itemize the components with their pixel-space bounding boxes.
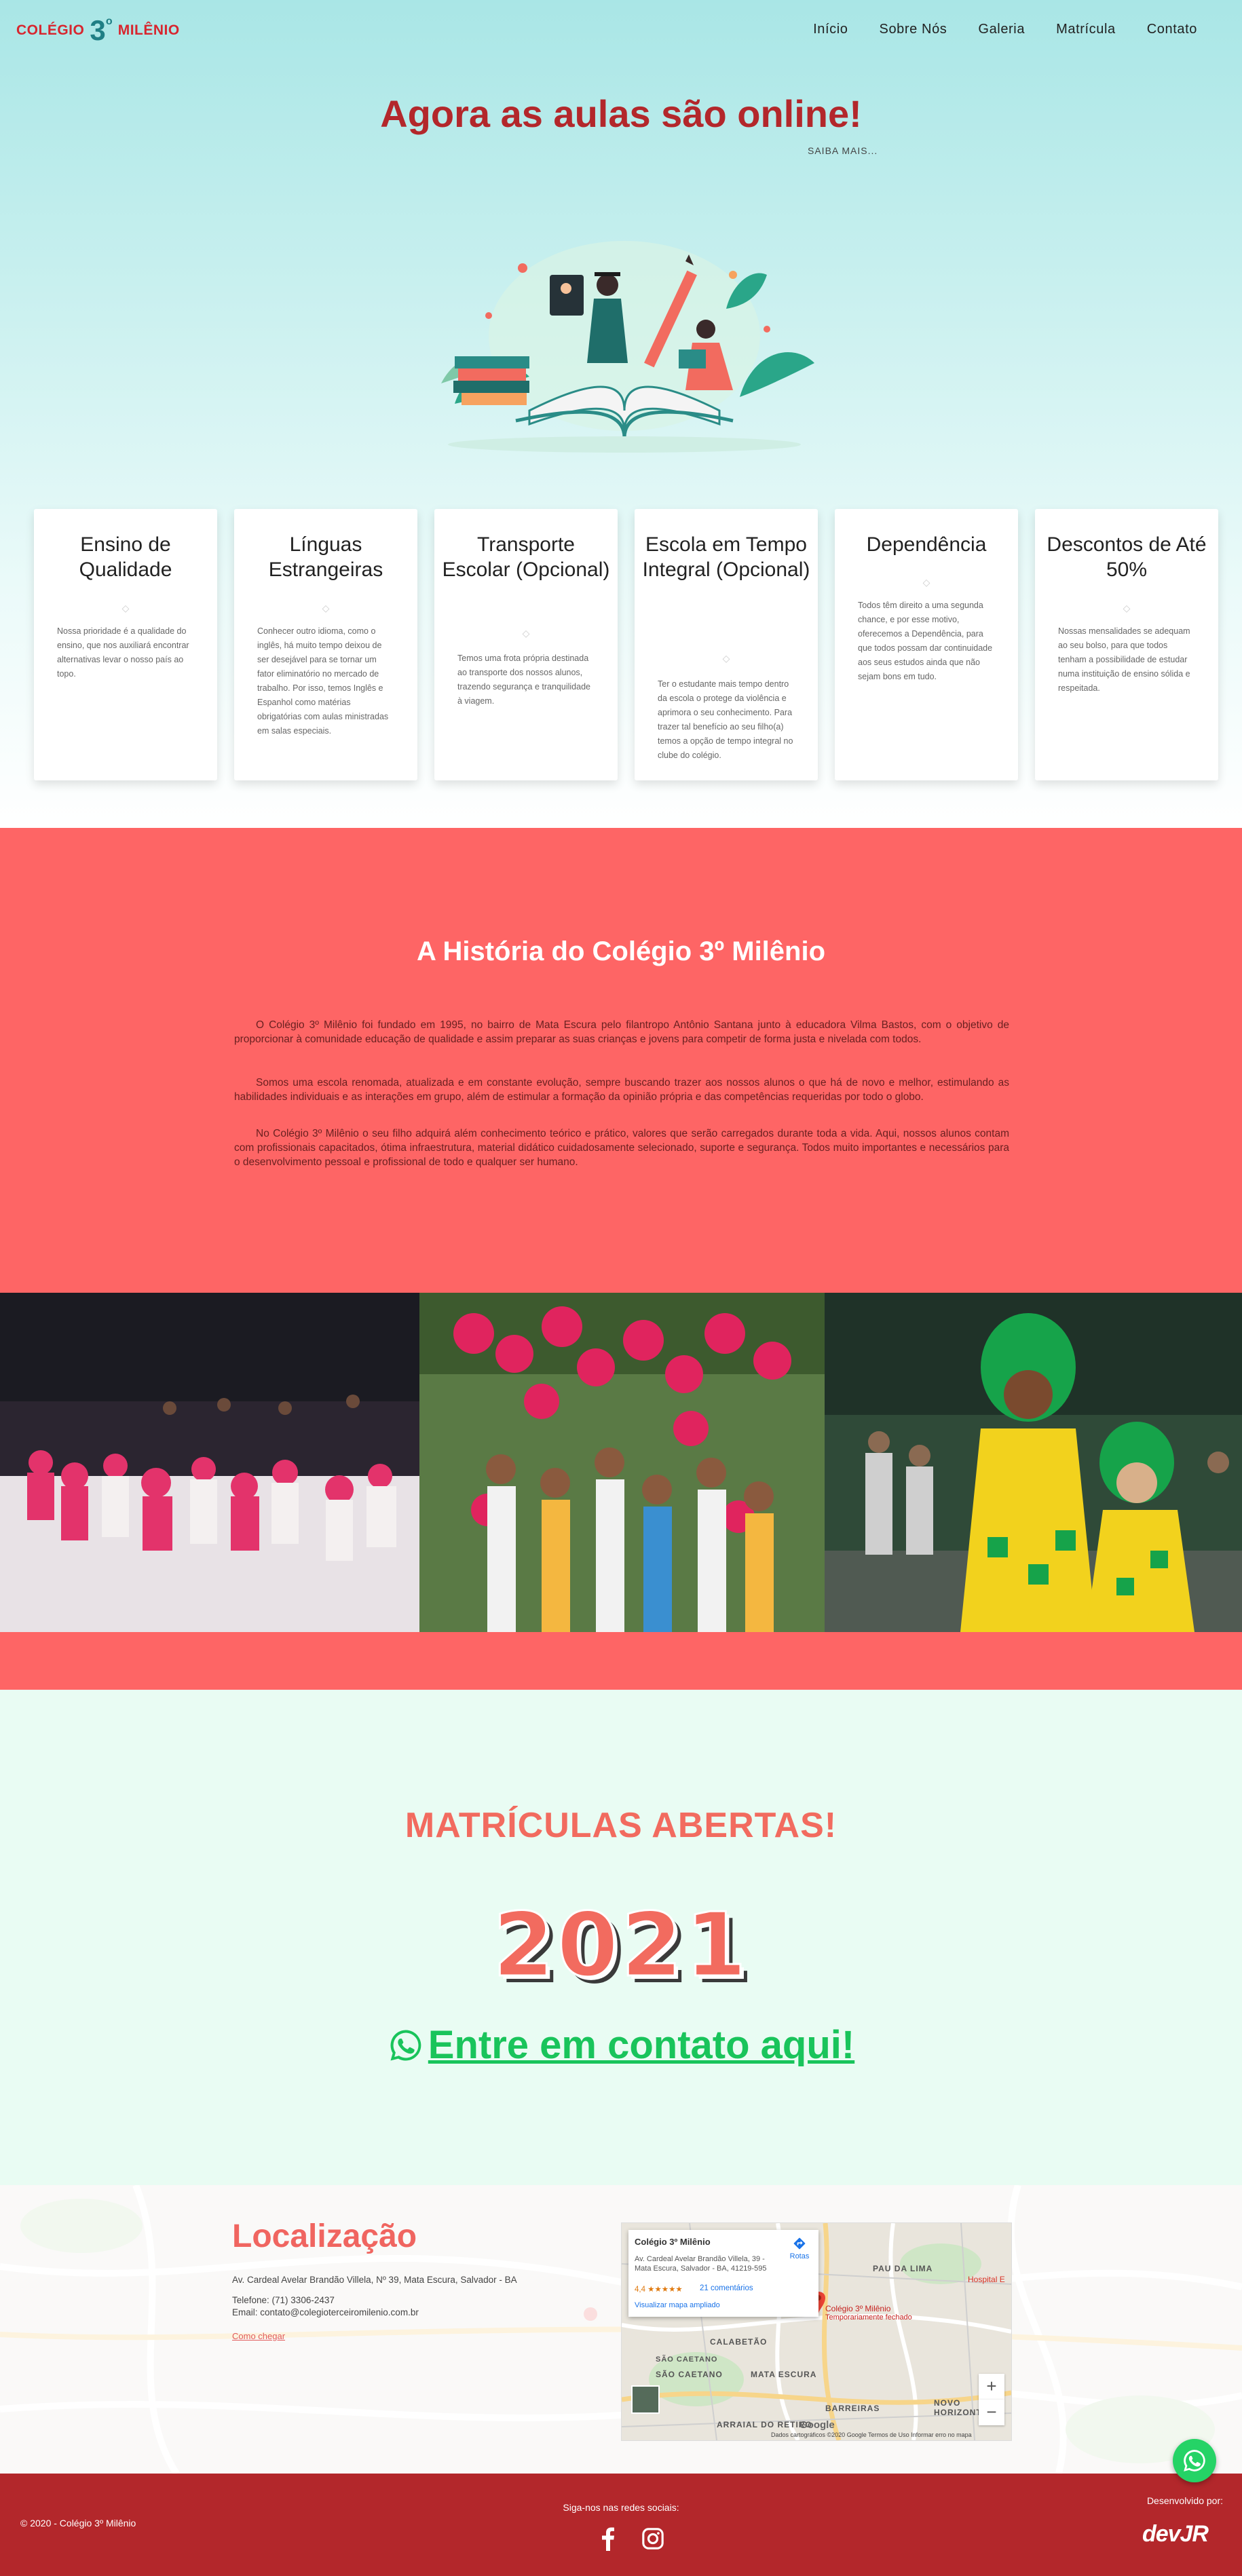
enroll-year: 2021 — [492, 1893, 749, 1998]
logo-number: 3o — [90, 14, 113, 46]
feature-card-linguas: Línguas Estrangeiras ◇ Conhecer outro id… — [234, 509, 417, 780]
facebook-link[interactable] — [596, 2526, 620, 2551]
navbar: COLÉGIO 3o MILÊNIO Início Sobre Nós Gale… — [0, 0, 1242, 61]
feature-card-title: Ensino de Qualidade — [79, 533, 172, 581]
map-label: ARRAIAL DO RETIRO — [717, 2420, 812, 2429]
divider-ornament: ◇ — [522, 628, 530, 639]
map-label: CALABETÃO — [710, 2337, 768, 2347]
main-nav: Início Sobre Nós Galeria Matrícula Conta… — [782, 22, 1197, 37]
map-label: BARREIRAS — [825, 2404, 880, 2413]
facebook-icon — [602, 2527, 614, 2551]
zoom-in-button[interactable]: + — [979, 2374, 1004, 2400]
logo-word-milenio: MILÊNIO — [117, 22, 180, 38]
location-email: Email: contato@colegioterceiromilenio.co… — [232, 2307, 419, 2317]
gallery-photo-dance[interactable] — [0, 1293, 419, 1632]
instagram-icon — [642, 2528, 664, 2550]
map-pin-name: Colégio 3º Milênio — [825, 2304, 891, 2313]
footer: © 2020 - Colégio 3º Milênio Siga-nos nas… — [0, 2474, 1242, 2576]
whatsapp-icon — [390, 2030, 421, 2060]
location-phone: Telefone: (71) 3306-2437 — [232, 2295, 335, 2305]
map-rating: 4,4 ★★★★★ — [635, 2286, 683, 2294]
feature-card-title: Transporte Escolar (Opcional) — [442, 533, 610, 581]
map-label: MATA ESCURA — [751, 2370, 817, 2379]
feature-card-ensino: Ensino de Qualidade ◇ Nossa prioridade é… — [34, 509, 217, 780]
map-routes-label: Rotas — [789, 2252, 810, 2260]
feature-card-tempo-integral: Escola em Tempo Integral (Opcional) ◇ Te… — [635, 509, 818, 780]
divider-ornament: ◇ — [1123, 603, 1131, 613]
feature-card-title: Escola em Tempo Integral (Opcional) — [642, 533, 810, 581]
enroll-title: MATRÍCULAS ABERTAS! — [404, 1806, 838, 1845]
divider-ornament: ◇ — [722, 653, 730, 664]
feature-card-text: Temos uma frota própria destinada ao tra… — [457, 654, 590, 706]
feature-card-text: Nossas mensalidades se adequam ao seu bo… — [1058, 626, 1190, 693]
logo[interactable]: COLÉGIO 3o MILÊNIO — [16, 14, 180, 46]
nav-item-galeria[interactable]: Galeria — [978, 22, 1025, 37]
map-routes-button[interactable]: Rotas — [785, 2237, 814, 2260]
whatsapp-icon — [1184, 2450, 1205, 2471]
map-info-card: Colégio 3º Milênio Av. Cardeal Avelar Br… — [628, 2230, 818, 2317]
history-paragraph: No Colégio 3º Milênio o seu filho adquir… — [234, 1128, 1009, 1168]
photo-gallery — [0, 1293, 1242, 1632]
hero-title: Agora as aulas são online! — [380, 92, 862, 135]
map-hospital-label: Hospital E — [968, 2275, 1005, 2284]
social-label: Siga-nos nas redes sociais: — [563, 2502, 679, 2513]
location-title: Localização — [232, 2218, 417, 2254]
nav-item-contato[interactable]: Contato — [1147, 22, 1197, 37]
history-paragraph: Somos uma escola renomada, atualizada e … — [234, 1077, 1009, 1103]
feature-card-text: Conhecer outro idioma, como o inglês, há… — [257, 626, 389, 736]
history-paragraph: O Colégio 3º Milênio foi fundado em 1995… — [234, 1019, 1009, 1045]
page: COLÉGIO 3o MILÊNIO Início Sobre Nós Gale… — [0, 0, 1242, 2576]
history-title: A História do Colégio 3º Milênio — [416, 936, 826, 966]
history-section: A História do Colégio 3º Milênio O Colég… — [0, 828, 1242, 1690]
location-section: Localização Av. Cardeal Avelar Brandão V… — [0, 2185, 1242, 2474]
developer-label: Desenvolvido por: — [1146, 2495, 1223, 2506]
instagram-link[interactable] — [641, 2526, 665, 2551]
map-place-address: Av. Cardeal Avelar Brandão Villela, 39 -… — [635, 2255, 767, 2273]
map-reviews-link[interactable]: 21 comentários — [700, 2284, 753, 2292]
nav-item-matricula[interactable]: Matrícula — [1056, 22, 1116, 37]
feature-card-text: Ter o estudante mais tempo dentro da esc… — [658, 679, 793, 760]
divider-ornament: ◇ — [922, 577, 930, 588]
map-larger-link[interactable]: Visualizar mapa ampliado — [635, 2301, 720, 2309]
feature-card-title: Descontos de Até 50% — [1047, 533, 1207, 581]
gallery-photo-balloons[interactable] — [419, 1293, 825, 1632]
como-chegar-link[interactable]: Como chegar — [232, 2331, 285, 2341]
hero-illustration — [441, 241, 814, 453]
map-pin-status: Temporariamente fechado — [825, 2313, 912, 2322]
map-label: NOVO HORIZONTE — [934, 2398, 988, 2417]
feature-card-title: Dependência — [866, 533, 987, 556]
nav-item-sobre-nos[interactable]: Sobre Nós — [880, 22, 947, 37]
feature-card-text: Nossa prioridade é a qualidade do ensino… — [57, 626, 189, 679]
feature-card-text: Todos têm direito a uma segunda chance, … — [858, 601, 993, 681]
feature-card-title: Línguas Estrangeiras — [268, 533, 383, 581]
nav-item-inicio[interactable]: Início — [813, 22, 848, 37]
gallery-photo-costumes[interactable] — [825, 1293, 1242, 1632]
map-pin-label: Colégio 3º Milênio Temporariamente fecha… — [825, 2305, 912, 2322]
map-label: SÃO CAETANO — [656, 2370, 723, 2379]
enroll-section: MATRÍCULAS ABERTAS! 2021 Entre em contat… — [0, 1690, 1242, 2185]
feature-card-descontos: Descontos de Até 50% ◇ Nossas mensalidad… — [1035, 509, 1218, 780]
social-links — [596, 2526, 665, 2551]
google-map[interactable]: PAU DA LIMA CALABETÃO SÃO CAETANO SÃO CA… — [621, 2222, 1012, 2441]
location-address: Av. Cardeal Avelar Brandão Villela, Nº 3… — [232, 2275, 517, 2285]
feature-card-transporte: Transporte Escolar (Opcional) ◇ Temos um… — [434, 509, 618, 780]
whatsapp-float-button[interactable] — [1173, 2439, 1216, 2482]
divider-ornament: ◇ — [121, 603, 130, 613]
map-attribution: Dados cartográficos ©2020 Google Termos … — [771, 2431, 972, 2438]
hero-section: COLÉGIO 3o MILÊNIO Início Sobre Nós Gale… — [0, 0, 1242, 828]
contact-link-label: Entre em contato aqui! — [428, 2023, 855, 2067]
contact-link[interactable]: Entre em contato aqui! — [0, 2022, 1242, 2068]
logo-word-colegio: COLÉGIO — [16, 22, 85, 38]
map-label: SÃO CAETANO — [656, 2355, 718, 2364]
zoom-out-button[interactable]: − — [979, 2400, 1004, 2425]
directions-icon — [793, 2237, 806, 2250]
google-logo: Google — [799, 2419, 835, 2431]
feature-card-dependencia: Dependência ◇ Todos têm direito a uma se… — [835, 509, 1018, 780]
saiba-mais-link[interactable]: SAIBA MAIS... — [808, 145, 878, 156]
developer-logo[interactable]: devJR — [1142, 2521, 1209, 2547]
map-label: PAU DA LIMA — [873, 2264, 933, 2273]
map-place-name: Colégio 3º Milênio — [635, 2237, 711, 2247]
copyright: © 2020 - Colégio 3º Milênio — [20, 2518, 136, 2528]
divider-ornament: ◇ — [322, 603, 330, 613]
